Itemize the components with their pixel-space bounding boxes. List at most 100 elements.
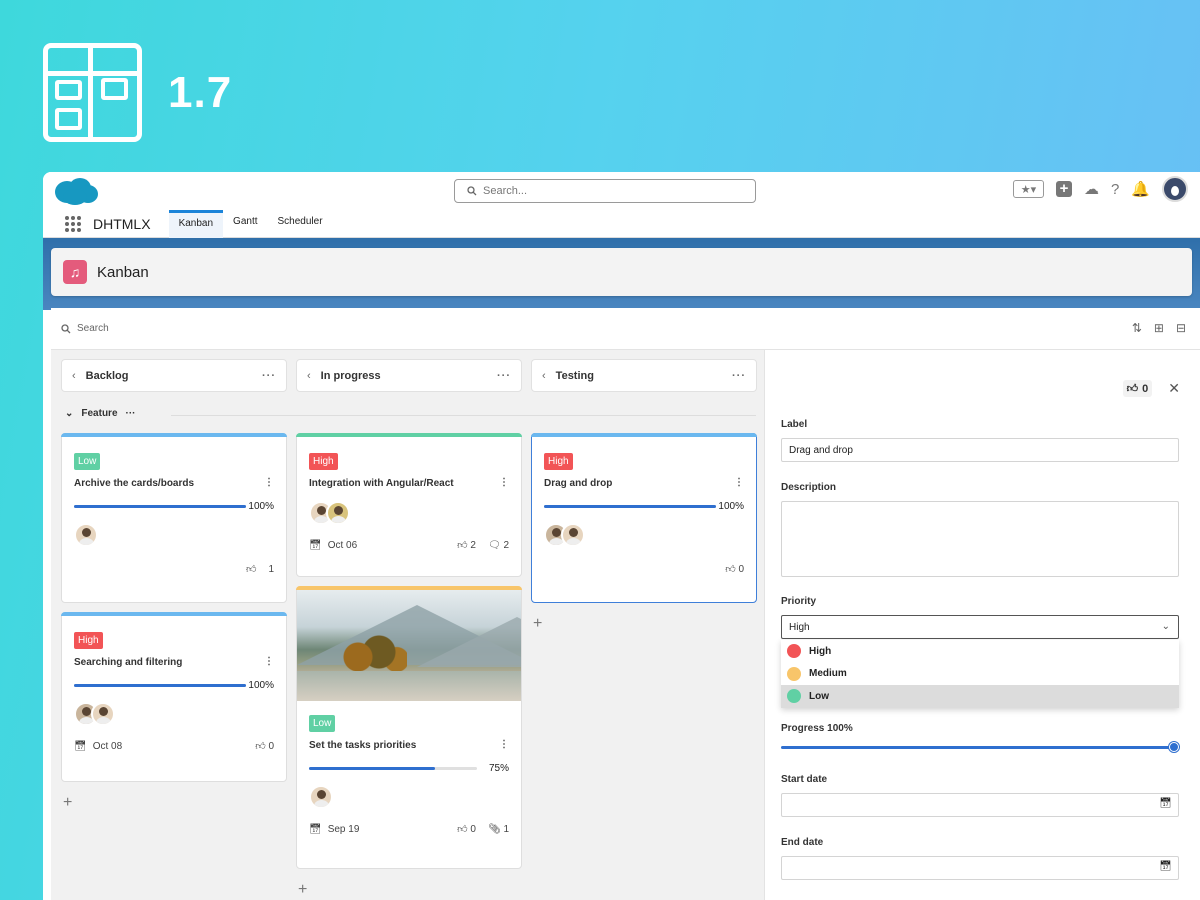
progress-label: 100%: [248, 500, 274, 512]
card-color-bar: [61, 433, 287, 437]
kanban-search-input[interactable]: Search: [77, 323, 109, 334]
add-column-icon[interactable]: ⊞: [1154, 321, 1164, 335]
card-menu-icon[interactable]: ⋮: [264, 656, 274, 667]
column-menu-icon[interactable]: ···: [262, 370, 276, 382]
priority-badge: High: [74, 632, 103, 649]
progress-label: 100%: [718, 500, 744, 512]
progress-label: 75%: [488, 762, 509, 774]
help-icon[interactable]: ?: [1111, 181, 1119, 198]
top-bar: Search... ★▾ + ☁ ? 🔔 DHTMLX Kanban Gantt…: [43, 172, 1200, 238]
calendar-icon[interactable]: 📅︎: [1159, 861, 1172, 872]
bell-icon[interactable]: 🔔: [1131, 180, 1150, 198]
end-date-input[interactable]: 📅︎: [781, 856, 1179, 880]
column-menu-icon[interactable]: ···: [497, 370, 511, 382]
collapse-icon[interactable]: ‹: [307, 370, 311, 382]
attachment-icon[interactable]: 📎︎: [488, 824, 501, 835]
comment-icon[interactable]: 🗨︎: [488, 540, 501, 551]
swimlane-header[interactable]: ⌄ Feature ···: [65, 408, 136, 419]
label-input[interactable]: Drag and drop: [781, 438, 1179, 462]
add-card-button[interactable]: +: [533, 615, 542, 633]
swimlane-menu-icon[interactable]: ···: [126, 408, 136, 419]
like-icon[interactable]: 👍︎: [457, 540, 467, 551]
app-window: Search... ★▾ + ☁ ? 🔔 DHTMLX Kanban Gantt…: [43, 172, 1200, 900]
global-search-input[interactable]: Search...: [454, 179, 756, 203]
user-avatar[interactable]: [1162, 176, 1188, 202]
progress-label: 100%: [248, 679, 274, 691]
card-integration[interactable]: High Integration with Angular/React ⋮ 📅︎ O…: [296, 433, 522, 577]
start-date-input[interactable]: 📅︎: [781, 793, 1179, 817]
chevron-down-icon[interactable]: ⌄: [65, 408, 73, 419]
collapse-icon[interactable]: ‹: [72, 370, 76, 382]
card-menu-icon[interactable]: ⋮: [499, 739, 509, 750]
label-field-title: Label: [781, 419, 808, 430]
progress-bar: 100%: [74, 500, 274, 512]
status-dot-icon: [787, 644, 801, 659]
priority-dropdown: High Medium Low: [781, 640, 1179, 708]
column-title: In progress: [320, 369, 381, 382]
card-menu-icon[interactable]: ⋮: [499, 477, 509, 488]
status-dot-icon: [787, 666, 801, 681]
like-button[interactable]: 👍︎ 0: [1122, 380, 1153, 397]
card-title: Set the tasks priorities ⋮: [309, 739, 509, 751]
close-icon[interactable]: ✕: [1168, 380, 1180, 397]
like-icon[interactable]: 👍︎: [246, 563, 256, 575]
priority-select[interactable]: High ⌄: [781, 615, 1179, 639]
like-icon[interactable]: 👍︎: [725, 564, 735, 575]
card-title: Drag and drop ⋮: [544, 477, 744, 489]
priority-option-high[interactable]: High: [781, 640, 1179, 663]
column-header-in-progress[interactable]: ‹ In progress ···: [296, 359, 522, 392]
divider: [171, 415, 756, 416]
slider-handle[interactable]: [1169, 742, 1179, 752]
kanban-logo-icon: [43, 43, 142, 142]
assignees: [309, 501, 509, 525]
search-icon: [61, 323, 71, 333]
add-row-icon[interactable]: ⊟: [1176, 321, 1186, 335]
card-searching[interactable]: High Searching and filtering ⋮ 100% 📅︎ Oct…: [61, 612, 287, 782]
app-launcher-icon[interactable]: [65, 216, 81, 232]
board: ‹ Backlog ··· ‹ In progress ··· ‹ Testin…: [51, 350, 764, 900]
card-color-bar: [296, 586, 522, 590]
add-card-button[interactable]: +: [298, 881, 307, 899]
card-menu-icon[interactable]: ⋮: [734, 477, 744, 488]
priority-badge: High: [544, 453, 573, 470]
likes-count: 0: [268, 741, 274, 752]
add-card-button[interactable]: +: [63, 794, 72, 812]
description-field-title: Description: [781, 482, 837, 493]
description-input[interactable]: [781, 501, 1179, 577]
card-drag-and-drop[interactable]: High Drag and drop ⋮ 100% 👍︎ 0: [531, 433, 757, 603]
global-search-placeholder: Search...: [483, 185, 528, 197]
comments-count: 2: [503, 539, 509, 551]
card-archive[interactable]: Low Archive the cards/boards ⋮ 100% 👍︎ 1: [61, 433, 287, 603]
progress-bar: 75%: [309, 762, 509, 774]
sort-icon[interactable]: ⇅: [1132, 321, 1142, 335]
favorites-button[interactable]: ★▾: [1012, 180, 1044, 198]
priority-option-low[interactable]: Low: [781, 685, 1179, 708]
progress-slider[interactable]: [781, 742, 1179, 752]
add-icon[interactable]: +: [1055, 181, 1072, 197]
card-menu-icon[interactable]: ⋮: [264, 477, 274, 488]
calendar-icon: 📅︎: [309, 539, 322, 551]
progress-field-title: Progress 100%: [781, 723, 853, 734]
tab-scheduler[interactable]: Scheduler: [268, 210, 333, 238]
column-header-testing[interactable]: ‹ Testing ···: [531, 359, 757, 392]
column-header-backlog[interactable]: ‹ Backlog ···: [61, 359, 287, 392]
tab-kanban[interactable]: Kanban: [168, 210, 224, 238]
likes-count: 0: [1142, 382, 1149, 395]
assignees: [309, 785, 509, 809]
avatar: [91, 702, 115, 726]
like-icon[interactable]: 👍︎: [457, 824, 467, 835]
like-icon[interactable]: 👍︎: [255, 741, 265, 752]
likes-count: 1: [268, 563, 274, 575]
priority-option-medium[interactable]: Medium: [781, 663, 1179, 686]
card-color-bar: [531, 433, 757, 437]
collapse-icon[interactable]: ‹: [542, 370, 546, 382]
column-title: Testing: [555, 369, 594, 382]
column-menu-icon[interactable]: ···: [732, 370, 746, 382]
tab-gantt[interactable]: Gantt: [223, 210, 267, 238]
setup-assistant-icon[interactable]: ☁: [1084, 180, 1099, 198]
priority-field-title: Priority: [781, 596, 817, 607]
assignees: [74, 523, 274, 547]
card-priorities[interactable]: Low Set the tasks priorities ⋮ 75% 📅︎ Sep …: [296, 586, 522, 869]
chevron-down-icon: ⌄: [1161, 621, 1170, 632]
calendar-icon[interactable]: 📅︎: [1159, 798, 1172, 809]
